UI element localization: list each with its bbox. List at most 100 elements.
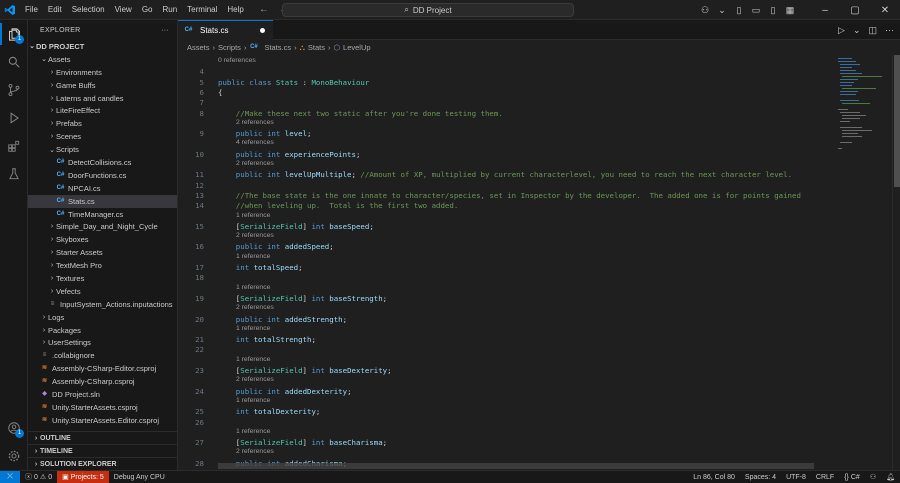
vertical-scrollbar[interactable] (892, 55, 900, 470)
source-control-icon[interactable] (0, 76, 28, 104)
breadcrumb-file[interactable]: Stats.cs (264, 43, 291, 52)
tree-item[interactable]: › Environments (28, 66, 177, 79)
toggle-panel-icon[interactable]: ▭ (749, 5, 763, 16)
testing-flask-icon[interactable] (0, 160, 28, 188)
codelens-references[interactable]: 0 references (218, 57, 256, 64)
close-icon[interactable]: ✕ (870, 5, 900, 16)
timeline-section[interactable]: › TIMELINE (28, 444, 177, 457)
tab-stats-cs[interactable]: C# Stats.cs (178, 20, 273, 40)
menu-help[interactable]: Help (222, 5, 248, 14)
breadcrumb-method[interactable]: LevelUp (343, 43, 371, 52)
tree-item[interactable]: C# TimeManager.cs (28, 208, 177, 221)
debug-config[interactable]: Debug Any CPU (109, 471, 170, 483)
outline-section[interactable]: › OUTLINE (28, 431, 177, 444)
tree-item[interactable]: › Vefects (28, 285, 177, 298)
toggle-sidebar-icon[interactable]: ▯ (732, 5, 746, 16)
run-debug-icon[interactable] (0, 104, 28, 132)
menu-selection[interactable]: Selection (67, 5, 110, 14)
tree-item[interactable]: › Scenes (28, 130, 177, 143)
tree-item[interactable]: › Logs (28, 311, 177, 324)
copilot-status-icon[interactable]: ⚇ (865, 471, 881, 483)
cursor-position[interactable]: Ln 86, Col 80 (688, 471, 740, 483)
tree-item[interactable]: ≋ Assembly-CSharp.csproj (28, 375, 177, 388)
minimap[interactable] (836, 55, 890, 155)
codelens-references[interactable]: 2 references (236, 376, 274, 383)
minimize-icon[interactable]: – (810, 5, 840, 16)
tree-item[interactable]: › UserSettings (28, 336, 177, 349)
projects-status[interactable]: ▣ Projects: 5 (57, 470, 109, 483)
tree-item[interactable]: › Starter Assets (28, 246, 177, 259)
code-editor[interactable]: 0 references 4 5 public class Stats : Mono… (178, 55, 828, 470)
encoding[interactable]: UTF-8 (781, 471, 811, 483)
tree-item[interactable]: ≡ .collabignore (28, 349, 177, 362)
tree-item[interactable]: ⌄ Scripts (28, 143, 177, 156)
tree-item[interactable]: › Textures (28, 272, 177, 285)
command-center-search[interactable]: ⌕ DD Project (282, 3, 574, 17)
tree-item[interactable]: ≋ Unity.StarterAssets.Editor.csproj (28, 414, 177, 427)
menu-go[interactable]: Go (137, 5, 158, 14)
unsaved-dot-icon[interactable] (260, 28, 265, 33)
menu-edit[interactable]: Edit (43, 5, 67, 14)
horizontal-scrollbar[interactable] (218, 463, 814, 469)
more-actions-icon[interactable]: ··· (161, 27, 169, 34)
more-actions-icon[interactable]: ··· (885, 25, 894, 35)
codelens-references[interactable]: 1 reference (236, 397, 270, 404)
tree-item[interactable]: ≋ Unity.StarterAssets.csproj (28, 401, 177, 414)
scrollbar-thumb[interactable] (894, 55, 900, 187)
tree-item[interactable]: › LiteFireEffect (28, 104, 177, 117)
codelens-references[interactable]: 2 references (236, 448, 274, 455)
language-mode[interactable]: {} C# (839, 471, 865, 483)
toggle-secondary-sidebar-icon[interactable]: ▯ (766, 5, 780, 16)
split-editor-icon[interactable]: ◫ (868, 25, 877, 36)
codelens-references[interactable]: 2 references (236, 304, 274, 311)
codelens-references[interactable]: 1 reference (236, 253, 270, 260)
tree-item[interactable]: ≡ InputSystem_Actions.inputactions (28, 298, 177, 311)
explorer-icon[interactable]: 1 (0, 20, 28, 48)
chevron-down-icon[interactable]: ⌄ (715, 5, 729, 16)
menu-file[interactable]: File (20, 5, 43, 14)
manage-gear-icon[interactable] (0, 442, 28, 470)
remote-indicator-icon[interactable]: ⤬ (0, 470, 20, 483)
codelens-references[interactable]: 2 references (236, 232, 274, 239)
menu-terminal[interactable]: Terminal (182, 5, 222, 14)
tree-item[interactable]: › Game Buffs (28, 79, 177, 92)
indentation[interactable]: Spaces: 4 (740, 471, 781, 483)
end-of-line[interactable]: CRLF (811, 471, 839, 483)
tree-item[interactable]: C# DetectCollisions.cs (28, 156, 177, 169)
codelens-references[interactable]: 2 references (236, 160, 274, 167)
codelens-references[interactable]: 1 reference (236, 212, 270, 219)
breadcrumb-scripts[interactable]: Scripts (218, 43, 241, 52)
maximize-icon[interactable]: ▢ (840, 5, 870, 16)
tree-item[interactable]: › Skyboxes (28, 233, 177, 246)
run-icon[interactable]: ▷ (838, 25, 845, 36)
problems-indicator[interactable]: ⓧ 0 ⚠ 0 (20, 471, 57, 483)
codelens-references[interactable]: 1 reference (236, 325, 270, 332)
breadcrumb-assets[interactable]: Assets (187, 43, 210, 52)
codelens-references[interactable]: 1 reference (236, 356, 270, 363)
menu-run[interactable]: Run (157, 5, 182, 14)
tree-item[interactable]: › TextMesh Pro (28, 259, 177, 272)
tree-item[interactable]: › Packages (28, 324, 177, 337)
solution-explorer-section[interactable]: › SOLUTION EXPLORER (28, 457, 177, 470)
tree-item[interactable]: › Simple_Day_and_Night_Cycle (28, 220, 177, 233)
back-arrow-icon[interactable]: ← (259, 4, 269, 15)
tree-item[interactable]: ◆ DD Project.sln (28, 388, 177, 401)
copilot-icon[interactable]: ⚇ (698, 5, 712, 16)
notifications-bell-icon[interactable]: 🔔︎ (881, 471, 900, 483)
tree-item[interactable]: C# DoorFunctions.cs (28, 169, 177, 182)
codelens-references[interactable]: 1 reference (236, 428, 270, 435)
breadcrumb-class[interactable]: Stats (308, 43, 325, 52)
extensions-icon[interactable] (0, 132, 28, 160)
codelens-references[interactable]: 1 reference (236, 284, 270, 291)
codelens-references[interactable]: 4 references (236, 139, 274, 146)
project-root[interactable]: ⌄ DD PROJECT (28, 40, 177, 53)
tree-item[interactable]: › Laterns and candles (28, 92, 177, 105)
tree-item[interactable]: ⌄ Assets (28, 53, 177, 66)
search-icon[interactable] (0, 48, 28, 76)
menu-view[interactable]: View (110, 5, 137, 14)
tree-item[interactable]: ≋ Assembly-CSharp-Editor.csproj (28, 362, 177, 375)
chevron-down-icon[interactable]: ⌄ (853, 25, 861, 36)
tree-item[interactable]: C# NPCAI.cs (28, 182, 177, 195)
codelens-references[interactable]: 2 references (236, 119, 274, 126)
accounts-icon[interactable]: 1 (0, 414, 28, 442)
